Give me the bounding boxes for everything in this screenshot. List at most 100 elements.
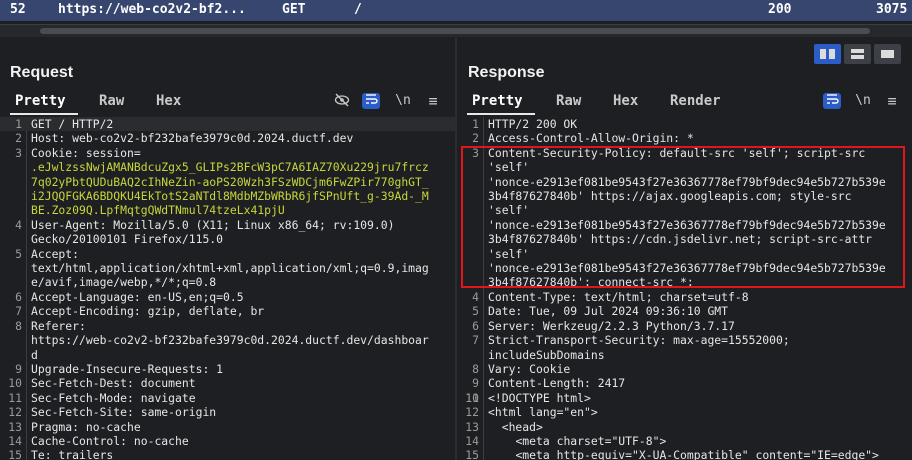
history-row-url: https://web-co2v2-bf2... bbox=[58, 2, 246, 17]
history-row-length: 3075 bbox=[876, 2, 908, 17]
code-line: 2 Host: web-co2v2-bf232bafe3979c0d.2024.d… bbox=[0, 131, 455, 145]
line-number: 15 bbox=[465, 448, 479, 460]
line-text: text/html,application/xhtml+xml,applicat… bbox=[31, 261, 429, 276]
code-line: 9 Content-Length: 2417 bbox=[457, 376, 912, 390]
tab-render[interactable]: Render bbox=[670, 93, 721, 109]
active-tab-underline bbox=[467, 113, 535, 115]
menu-icon[interactable]: ≡ bbox=[424, 93, 442, 109]
line-number: 5 bbox=[15, 246, 22, 261]
tab-raw[interactable]: Raw bbox=[99, 93, 124, 109]
line-number: 4 bbox=[472, 289, 479, 304]
line-number: 14 bbox=[465, 433, 479, 448]
line-number: 4 bbox=[15, 217, 22, 232]
code-line: 1 HTTP/2 200 OK bbox=[457, 117, 912, 131]
response-tabs: Pretty Raw Hex Render \n ≡ bbox=[457, 90, 912, 115]
tab-pretty[interactable]: Pretty bbox=[15, 93, 66, 109]
eye-slash-icon-graphic bbox=[334, 93, 350, 107]
line-text: e/avif,image/webp,*/*;q=0.8 bbox=[31, 275, 217, 290]
code-line: 13 <head> bbox=[457, 420, 912, 434]
line-text: Vary: Cookie bbox=[488, 361, 571, 376]
newline-icon[interactable]: \n bbox=[854, 93, 872, 109]
line-text: Te: trailers bbox=[31, 448, 114, 460]
line-text: Server: Werkzeug/2.2.3 Python/3.7.17 bbox=[488, 318, 735, 333]
code-line: text/html,application/xhtml+xml,applicat… bbox=[0, 261, 455, 275]
line-number: 10 bbox=[8, 376, 22, 391]
line-text: HTTP/2 200 OK bbox=[488, 117, 578, 131]
line-number: 1 bbox=[15, 117, 22, 131]
line-text: https://web-co2v2-bf232bafe3979c0d.2024.… bbox=[31, 333, 429, 348]
line-text: 7q02yPbtQUDuBAQ2cIhNeZin-aoPS20Wzh3FSzWD… bbox=[31, 174, 429, 189]
code-line: 4 User-Agent: Mozilla/5.0 (X11; Linux x86… bbox=[0, 218, 455, 232]
code-line: Gecko/20100101 Firefox/115.0 bbox=[0, 232, 455, 246]
horizontal-scrollbar[interactable] bbox=[0, 25, 912, 37]
line-text: Pragma: no-cache bbox=[31, 419, 141, 434]
newline-icon[interactable]: \n bbox=[394, 93, 412, 109]
line-text: i2JQQFGKA6BDQKU4EkTotS2aNTdl8MdbMZbWRbR6… bbox=[31, 189, 429, 204]
line-text: Date: Tue, 09 Jul 2024 09:36:10 GMT bbox=[488, 304, 729, 319]
layout-single-button[interactable] bbox=[874, 44, 901, 64]
line-text: Sec-Fetch-Dest: document bbox=[31, 376, 196, 391]
code-line: 8 Referer: bbox=[0, 319, 455, 333]
code-line: 3 Cookie: session= bbox=[0, 146, 455, 160]
line-text: Upgrade-Insecure-Requests: 1 bbox=[31, 361, 224, 376]
request-tabs: Pretty Raw Hex \n ≡ bbox=[0, 90, 455, 115]
code-line: 5 Accept: bbox=[0, 247, 455, 261]
code-line: i2JQQFGKA6BDQKU4EkTotS2aNTdl8MdbMZbWRbR6… bbox=[0, 189, 455, 203]
line-number: 3 bbox=[15, 145, 22, 160]
line-number: 11 bbox=[8, 390, 22, 405]
line-text: Sec-Fetch-Mode: navigate bbox=[31, 390, 196, 405]
line-number: 8 bbox=[472, 361, 479, 376]
menu-icon[interactable]: ≡ bbox=[883, 93, 901, 109]
wrap-icon[interactable] bbox=[823, 93, 841, 109]
history-row-selected[interactable]: 52 https://web-co2v2-bf2... GET / 200 30… bbox=[0, 0, 912, 21]
wrap-icon-graphic bbox=[827, 94, 839, 104]
line-number: 1 bbox=[472, 117, 479, 131]
line-text: <html lang="en"> bbox=[488, 405, 598, 420]
tab-hex[interactable]: Hex bbox=[613, 93, 638, 109]
line-number: 9 bbox=[15, 361, 22, 376]
code-line: 14 <meta charset="UTF-8"> bbox=[457, 434, 912, 448]
layout-side-by-side-button[interactable] bbox=[814, 44, 841, 64]
history-row-method: GET bbox=[282, 2, 306, 17]
code-line: https://web-co2v2-bf232bafe3979c0d.2024.… bbox=[0, 333, 455, 347]
code-line: 5 Date: Tue, 09 Jul 2024 09:36:10 GMT bbox=[457, 304, 912, 318]
line-number: 8 bbox=[15, 318, 22, 333]
code-line: 10 Sec-Fetch-Dest: document bbox=[0, 376, 455, 390]
tab-hex[interactable]: Hex bbox=[156, 93, 181, 109]
line-text: Cookie: session= bbox=[31, 145, 141, 160]
code-line: d bbox=[0, 348, 455, 362]
pane-glyph bbox=[829, 49, 835, 59]
line-text: Gecko/20100101 Firefox/115.0 bbox=[31, 232, 224, 247]
tab-pretty[interactable]: Pretty bbox=[472, 93, 523, 109]
code-line: 6 Accept-Language: en-US,en;q=0.5 bbox=[0, 290, 455, 304]
code-line: 15 <meta http-equiv="X-UA-Compatible" co… bbox=[457, 448, 912, 460]
request-editor[interactable]: 1 GET / HTTP/2 2 Host: web-co2v2-bf232bafe3… bbox=[0, 117, 455, 460]
code-line: 2 Access-Control-Allow-Origin: * bbox=[457, 131, 912, 145]
code-line: e/avif,image/webp,*/*;q=0.8 bbox=[0, 275, 455, 289]
line-number: 2 bbox=[15, 131, 22, 146]
tab-raw[interactable]: Raw bbox=[556, 93, 581, 109]
line-number: 11 bbox=[465, 390, 479, 405]
line-text: Cache-Control: no-cache bbox=[31, 433, 189, 448]
code-line: 7q02yPbtQUDuBAQ2cIhNeZin-aoPS20Wzh3FSzWD… bbox=[0, 175, 455, 189]
pane-glyph bbox=[881, 50, 894, 58]
code-line: 8 Vary: Cookie bbox=[457, 362, 912, 376]
line-text: Access-Control-Allow-Origin: * bbox=[488, 131, 694, 146]
line-number: 14 bbox=[8, 433, 22, 448]
layout-stacked-button[interactable] bbox=[844, 44, 871, 64]
code-line: 9 Upgrade-Insecure-Requests: 1 bbox=[0, 362, 455, 376]
eye-slash-icon[interactable] bbox=[333, 93, 351, 109]
scrollbar-thumb[interactable] bbox=[40, 28, 870, 34]
code-line: 12 Sec-Fetch-Site: same-origin bbox=[0, 405, 455, 419]
pane-glyph bbox=[851, 49, 864, 53]
wrap-icon-graphic bbox=[366, 94, 378, 104]
code-line: 12 <html lang="en"> bbox=[457, 405, 912, 419]
line-number: 7 bbox=[15, 304, 22, 319]
line-text: <!DOCTYPE html> bbox=[488, 390, 591, 405]
line-text: GET / HTTP/2 bbox=[31, 117, 114, 131]
line-text: BE.Zoz09Q.LpfMqtgQWdTNmul74tzeLx41pjU bbox=[31, 203, 285, 218]
history-row-status: 200 bbox=[768, 2, 792, 17]
line-text: Referer: bbox=[31, 318, 86, 333]
wrap-icon[interactable] bbox=[362, 93, 380, 109]
line-number: 6 bbox=[15, 289, 22, 304]
